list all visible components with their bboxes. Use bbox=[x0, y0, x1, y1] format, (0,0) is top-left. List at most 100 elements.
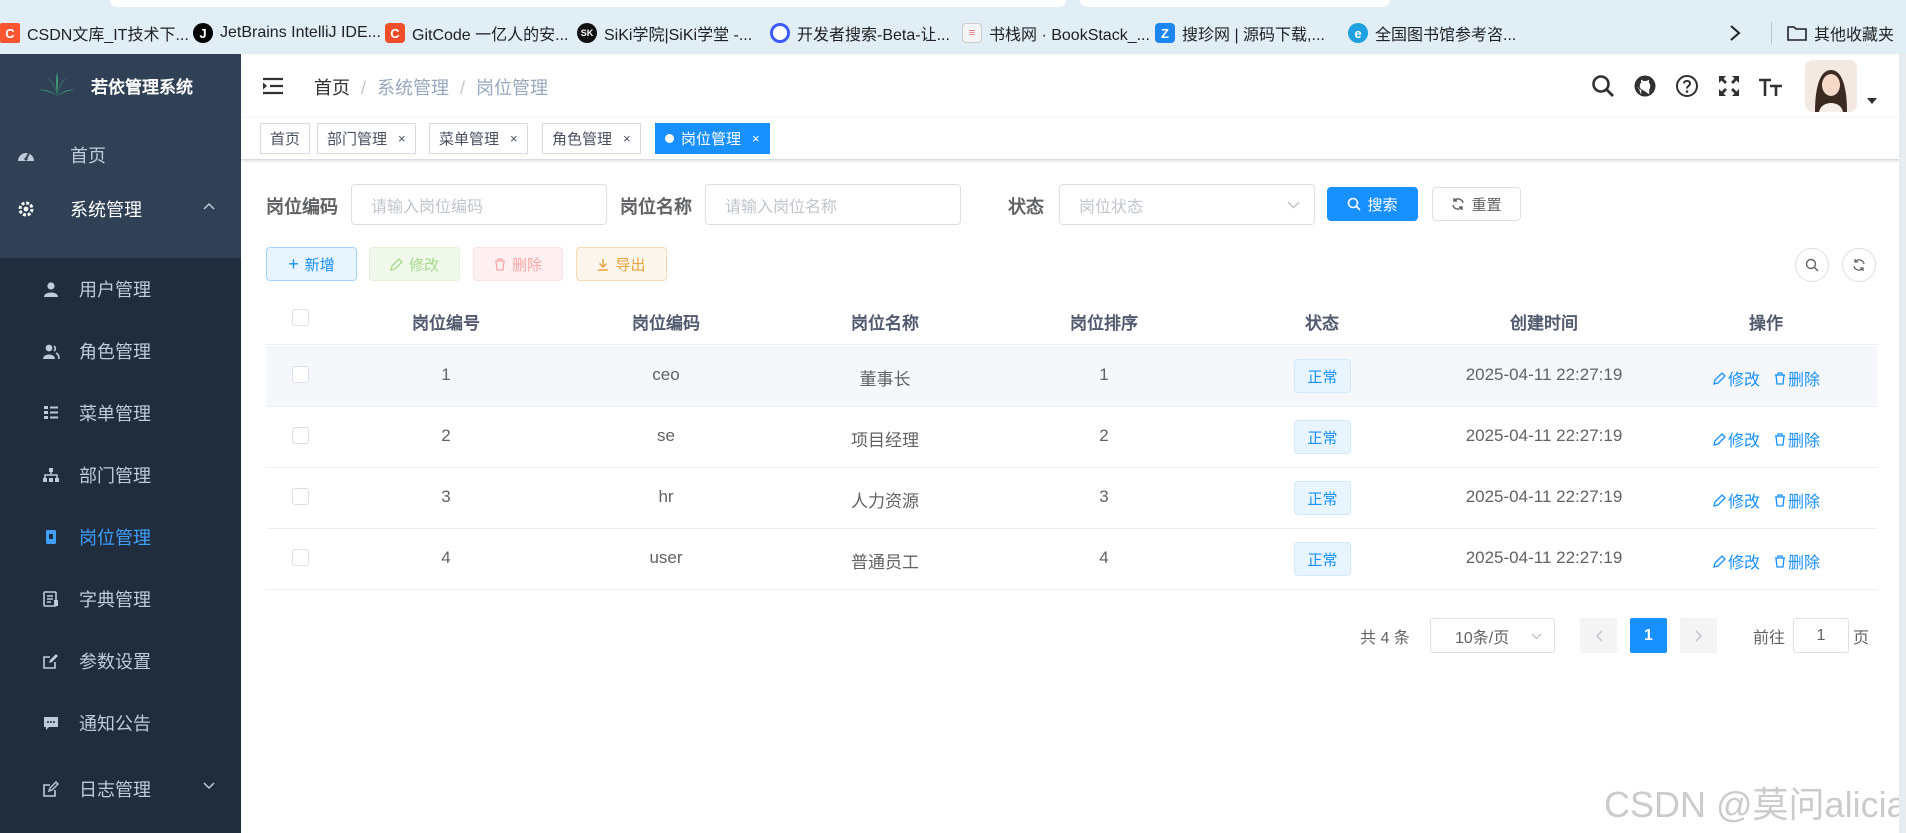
table-row[interactable] bbox=[266, 529, 1877, 590]
trash-icon bbox=[1775, 554, 1785, 568]
goto-page-input[interactable]: 1 bbox=[1793, 618, 1849, 653]
font-size-button[interactable] bbox=[1757, 72, 1785, 100]
caret-down-icon[interactable] bbox=[1867, 98, 1877, 104]
tag-home[interactable]: 首页 bbox=[260, 123, 311, 154]
reset-button[interactable]: 重置 bbox=[1432, 187, 1521, 221]
tag-label: 部门管理 bbox=[327, 131, 388, 148]
edit-button-disabled[interactable]: 修改 bbox=[369, 247, 460, 281]
select-all-checkbox[interactable] bbox=[292, 309, 309, 326]
next-page-button[interactable] bbox=[1680, 618, 1717, 653]
bookmark-library[interactable]: e 全国图书馆参考咨... bbox=[1348, 19, 1516, 47]
sidebar-logo[interactable]: 若依管理系统 bbox=[0, 54, 241, 116]
export-button[interactable]: 导出 bbox=[576, 247, 667, 281]
sidebar-item-role[interactable]: 角色管理 bbox=[0, 320, 241, 382]
sidebar-item-notice[interactable]: 通知公告 bbox=[0, 692, 241, 754]
avatar[interactable] bbox=[1805, 60, 1857, 112]
column-header-status: 状态 bbox=[1305, 314, 1339, 333]
row-checkbox[interactable] bbox=[292, 549, 309, 566]
breadcrumb-item-home[interactable]: 首页 bbox=[314, 78, 350, 98]
fullscreen-button[interactable] bbox=[1715, 72, 1743, 100]
tag-post-active[interactable]: 岗位管理 × bbox=[655, 123, 770, 154]
status-select[interactable]: 岗位状态 bbox=[1059, 184, 1315, 225]
status-badge: 正常 bbox=[1294, 359, 1351, 393]
trash-icon bbox=[1775, 493, 1785, 507]
row-checkbox[interactable] bbox=[292, 366, 309, 383]
button-label: 导出 bbox=[615, 256, 646, 274]
bookmark-jetbrains[interactable]: J JetBrains IntelliJ IDE... bbox=[193, 19, 381, 47]
tag-menu[interactable]: 菜单管理 × bbox=[429, 123, 528, 154]
bookmark-gitcode[interactable]: C GitCode 一亿人的安... bbox=[385, 19, 568, 47]
bookmark-devsearch[interactable]: 开发者搜索-Beta-让... bbox=[770, 19, 950, 47]
row-checkbox[interactable] bbox=[292, 427, 309, 444]
table-row[interactable] bbox=[266, 468, 1877, 529]
input-placeholder: 请输入岗位编码 bbox=[371, 198, 484, 216]
row-edit-link[interactable]: 修改 bbox=[1713, 488, 1760, 512]
row-edit-link[interactable]: 修改 bbox=[1713, 366, 1760, 390]
close-icon[interactable]: × bbox=[623, 131, 631, 146]
window-scrollbar[interactable] bbox=[1899, 54, 1906, 833]
goto-page-value: 1 bbox=[1816, 626, 1826, 644]
sidebar-item-user[interactable]: 用户管理 bbox=[0, 258, 241, 320]
sidebar-item-dict[interactable]: 字典管理 bbox=[0, 568, 241, 630]
bookmark-siki[interactable]: SK SiKi学院|SiKi学堂 -... bbox=[577, 19, 752, 47]
tag-role[interactable]: 角色管理 × bbox=[542, 123, 641, 154]
sidebar-item-menu[interactable]: 菜单管理 bbox=[0, 382, 241, 444]
header-search-button[interactable] bbox=[1589, 72, 1617, 100]
sidebar-item-label: 菜单管理 bbox=[79, 404, 151, 424]
hamburger-button[interactable] bbox=[259, 72, 287, 100]
close-icon[interactable]: × bbox=[398, 131, 406, 146]
sidebar-item-home[interactable]: 首页 bbox=[0, 124, 241, 186]
bookmark-csdn[interactable]: C CSDN文库_IT技术下... bbox=[0, 19, 189, 47]
sidebar-item-log[interactable]: 日志管理 bbox=[0, 758, 241, 820]
page-1-button[interactable]: 1 bbox=[1630, 618, 1667, 653]
post-code-input[interactable]: 请输入岗位编码 bbox=[351, 184, 607, 225]
row-delete-link[interactable]: 删除 bbox=[1774, 549, 1820, 573]
sidebar-item-dept[interactable]: 部门管理 bbox=[0, 444, 241, 506]
row-edit-link[interactable]: 修改 bbox=[1713, 427, 1760, 451]
bookmark-souzhen[interactable]: Z 搜珍网 | 源码下载,... bbox=[1155, 19, 1325, 47]
bookmarks-folder-other[interactable]: 其他收藏夹 bbox=[1787, 19, 1894, 47]
bookmarks-more-button[interactable] bbox=[1729, 19, 1741, 47]
table-row[interactable] bbox=[266, 346, 1877, 407]
search-button[interactable]: 搜索 bbox=[1327, 187, 1418, 221]
sidebar-item-system[interactable]: 系统管理 bbox=[0, 178, 241, 240]
page-size-value: 10条/页 bbox=[1455, 629, 1510, 647]
delete-button-disabled[interactable]: 删除 bbox=[473, 247, 563, 281]
tag-dept[interactable]: 部门管理 × bbox=[317, 123, 416, 154]
row-edit-link[interactable]: 修改 bbox=[1713, 549, 1760, 573]
post-name-label: 岗位名称 bbox=[620, 197, 692, 217]
pagination-total: 共 4 条 bbox=[1360, 629, 1410, 647]
column-header-name: 岗位名称 bbox=[851, 314, 919, 333]
close-icon[interactable]: × bbox=[752, 131, 760, 146]
chevron-left-icon bbox=[1595, 629, 1603, 642]
post-name-input[interactable]: 请输入岗位名称 bbox=[705, 184, 961, 225]
toggle-search-button[interactable] bbox=[1795, 248, 1829, 282]
close-icon[interactable]: × bbox=[510, 131, 518, 146]
bookmark-bookstack[interactable]: ≡ 书栈网 · BookStack_... bbox=[962, 19, 1150, 47]
cell-code: se bbox=[657, 426, 675, 445]
github-button[interactable] bbox=[1631, 72, 1659, 100]
column-header-actions: 操作 bbox=[1749, 314, 1783, 333]
breadcrumb: 首页 / 系统管理 / 岗位管理 bbox=[314, 78, 549, 98]
trash-icon bbox=[1775, 432, 1785, 446]
table-row[interactable] bbox=[266, 407, 1877, 468]
souzhen-icon: Z bbox=[1155, 23, 1175, 43]
row-delete-link[interactable]: 删除 bbox=[1774, 366, 1820, 390]
sidebar-item-config[interactable]: 参数设置 bbox=[0, 630, 241, 692]
row-checkbox[interactable] bbox=[292, 488, 309, 505]
chevron-up-icon bbox=[203, 202, 215, 210]
add-button[interactable]: + 新增 bbox=[266, 247, 357, 281]
column-header-code: 岗位编码 bbox=[632, 314, 700, 333]
refresh-table-button[interactable] bbox=[1842, 248, 1876, 282]
help-button[interactable] bbox=[1673, 72, 1701, 100]
status-badge: 正常 bbox=[1294, 542, 1351, 576]
page-size-select[interactable]: 10条/页 bbox=[1430, 618, 1555, 653]
row-delete-link[interactable]: 删除 bbox=[1774, 427, 1820, 451]
prev-page-button[interactable] bbox=[1580, 618, 1617, 653]
refresh-icon bbox=[1853, 259, 1865, 271]
sidebar-item-label: 参数设置 bbox=[79, 652, 151, 672]
sidebar-item-post[interactable]: 岗位管理 bbox=[0, 506, 241, 568]
tree-table-icon bbox=[41, 403, 61, 423]
row-delete-link[interactable]: 删除 bbox=[1774, 488, 1820, 512]
font-size-icon bbox=[1759, 78, 1782, 96]
